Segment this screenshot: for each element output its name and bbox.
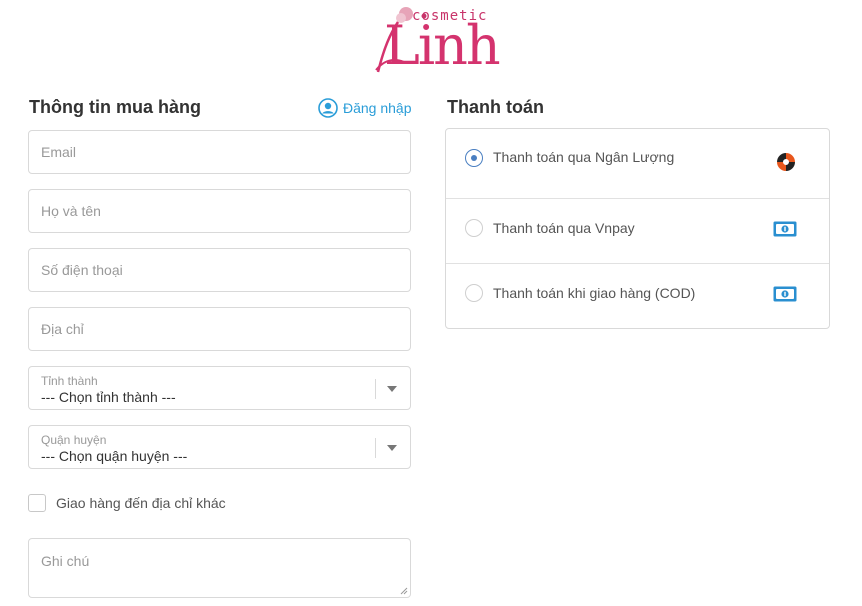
ship-to-other-address-label: Giao hàng đến địa chỉ khác [56, 495, 226, 511]
district-select-value: --- Chọn quận huyện --- [41, 448, 188, 464]
note-field[interactable] [28, 538, 411, 598]
ship-to-other-address-checkbox[interactable] [28, 494, 46, 512]
nganluong-icon [777, 153, 795, 171]
customer-info-title: Thông tin mua hàng [29, 97, 201, 117]
brand-logo[interactable]: cosmetic Linh [370, 4, 501, 80]
name-field[interactable] [28, 189, 411, 233]
ship-to-other-address-option[interactable]: Giao hàng đến địa chỉ khác [28, 494, 226, 512]
cash-icon [773, 286, 797, 302]
province-select[interactable]: Tỉnh thành --- Chọn tỉnh thành --- [28, 366, 411, 410]
phone-field[interactable] [28, 248, 411, 292]
district-select[interactable]: Quận huyện --- Chọn quận huyện --- [28, 425, 411, 469]
province-select-value: --- Chọn tỉnh thành --- [41, 389, 176, 405]
phone-input[interactable] [29, 249, 410, 291]
chevron-down-icon[interactable] [387, 445, 397, 451]
chevron-down-icon[interactable] [387, 386, 397, 392]
payment-radio-nganluong[interactable] [465, 149, 483, 167]
payment-label: Thanh toán qua Vnpay [493, 220, 635, 236]
address-input[interactable] [29, 308, 410, 350]
payment-option-cod[interactable]: Thanh toán khi giao hàng (COD) [446, 263, 829, 329]
district-select-label: Quận huyện [41, 433, 107, 447]
payment-title: Thanh toán [447, 97, 544, 117]
payment-radio-vnpay[interactable] [465, 219, 483, 237]
user-circle-icon [318, 98, 338, 118]
cash-icon [773, 221, 797, 237]
full-name-input[interactable] [29, 190, 410, 232]
payment-label: Thanh toán qua Ngân Lượng [493, 149, 675, 165]
email-field[interactable] [28, 130, 411, 174]
address-field[interactable] [28, 307, 411, 351]
payment-radio-cod[interactable] [465, 284, 483, 302]
province-select-label: Tỉnh thành [41, 374, 98, 388]
note-textarea[interactable] [29, 539, 410, 597]
payment-label: Thanh toán khi giao hàng (COD) [493, 285, 696, 301]
payment-option-nganluong[interactable]: Thanh toán qua Ngân Lượng [446, 129, 829, 199]
select-divider [375, 438, 376, 458]
logo-wordmark: Linh [384, 14, 501, 77]
login-label: Đăng nhập [343, 100, 412, 116]
email-input[interactable] [29, 131, 410, 173]
select-divider [375, 379, 376, 399]
payment-option-vnpay[interactable]: Thanh toán qua Vnpay [446, 198, 829, 264]
payment-methods-box: Thanh toán qua Ngân Lượng Thanh toán qua… [445, 128, 830, 329]
resize-handle-icon[interactable] [400, 587, 408, 595]
login-link[interactable]: Đăng nhập [318, 98, 412, 118]
